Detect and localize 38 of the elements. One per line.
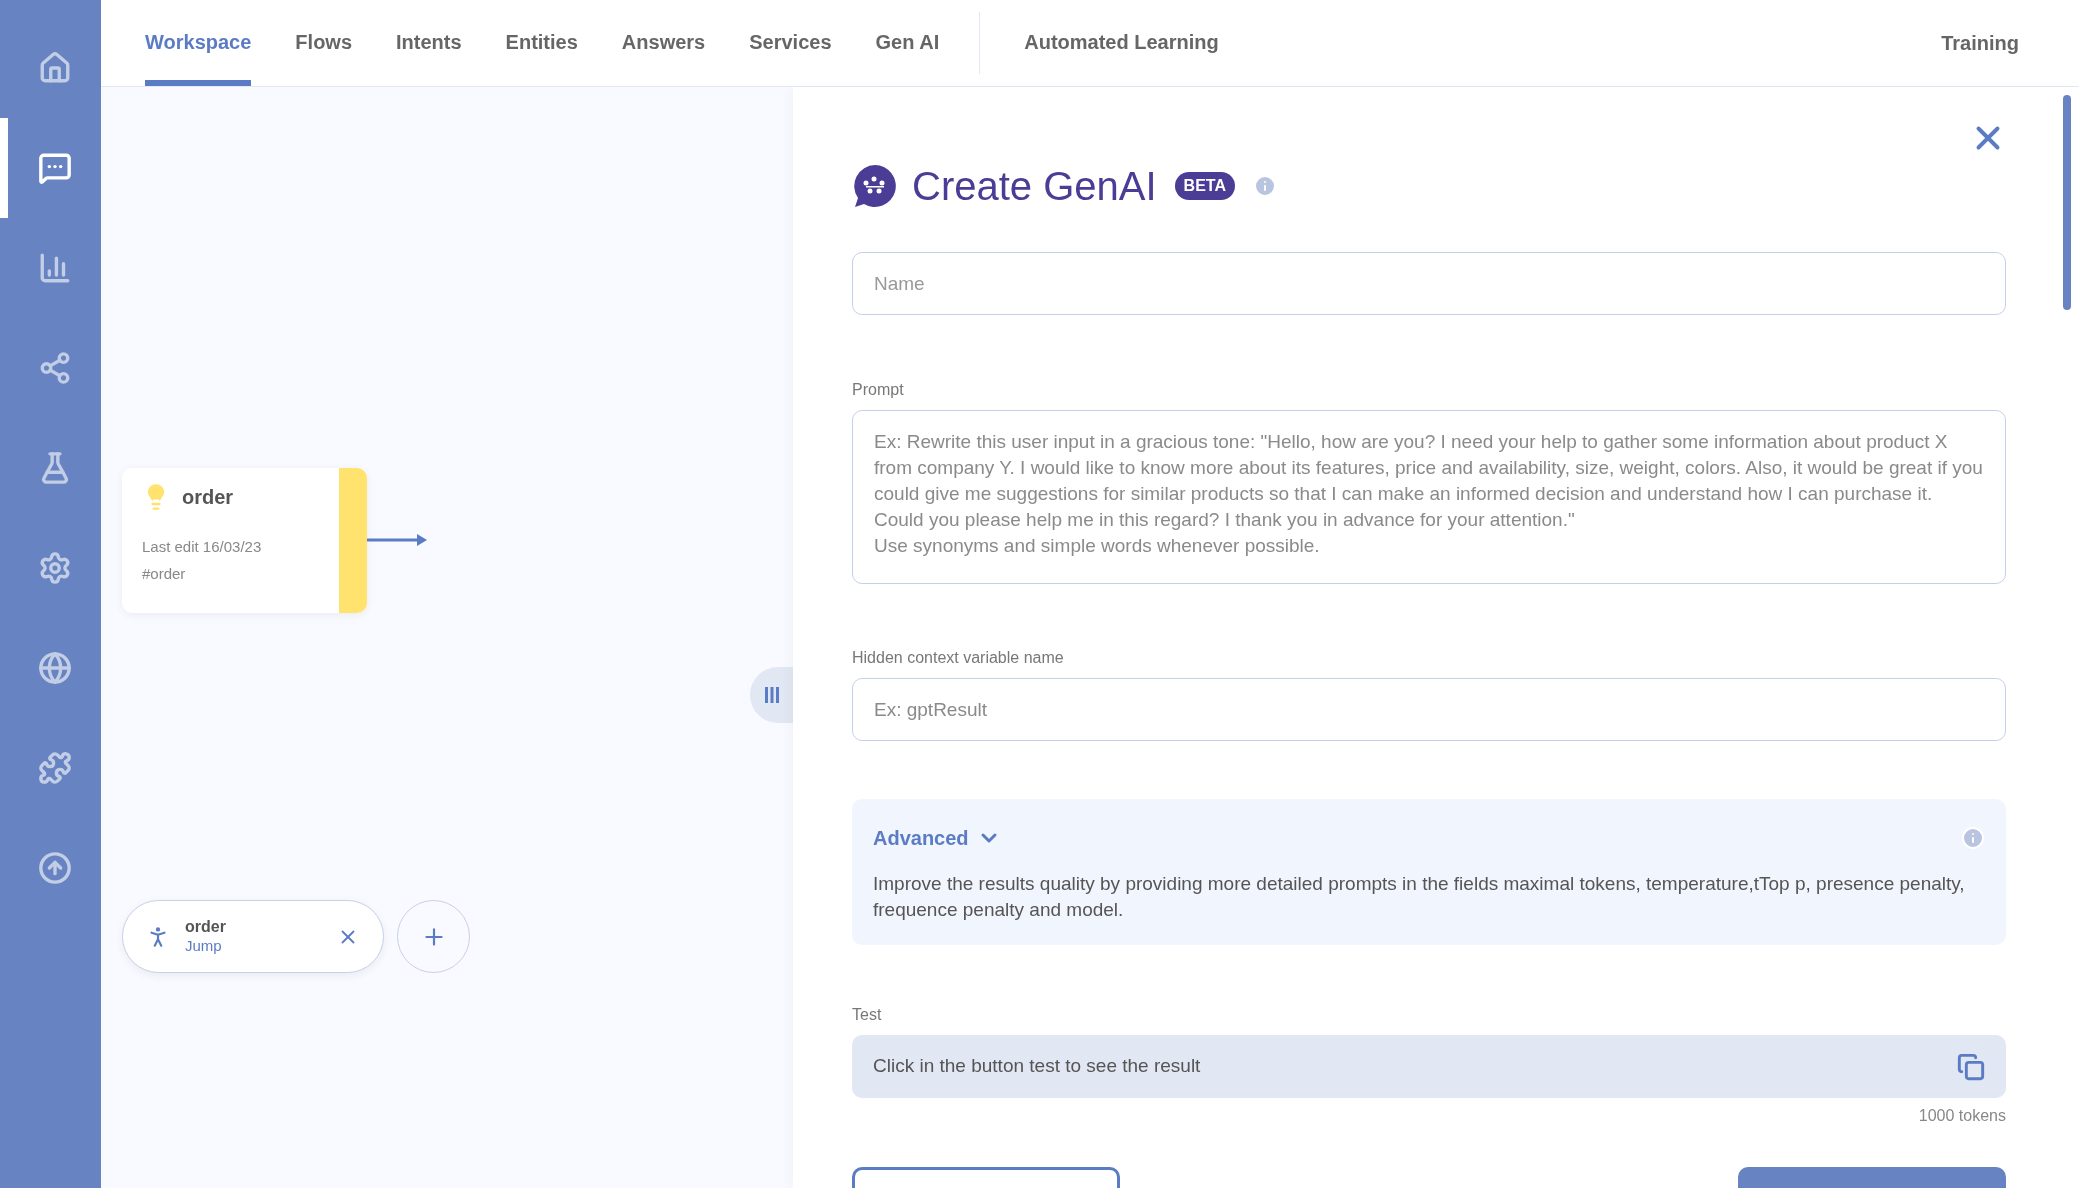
nav-tab[interactable]: Flows: [295, 0, 353, 86]
jump-chip[interactable]: order Jump: [122, 900, 384, 973]
chip-title: order: [185, 917, 227, 938]
chip-subtitle: Jump: [185, 937, 223, 956]
chat-icon: [37, 151, 72, 185]
nav-tab[interactable]: Intents: [396, 0, 462, 86]
beta-badge: BETA: [1174, 172, 1235, 200]
bars-icon: [764, 687, 779, 703]
globe-icon: [37, 651, 72, 685]
settings-icon: [37, 551, 72, 585]
hidden-variable-field[interactable]: Ex: gptResult: [852, 678, 2006, 741]
test-label: Test: [852, 1005, 883, 1025]
nav-tab[interactable]: Services: [749, 0, 832, 86]
test-result-text: Click in the button test to see the result: [873, 1054, 1202, 1079]
prompt-label: Prompt: [852, 380, 905, 400]
nav-tab[interactable]: Gen AI: [875, 0, 940, 86]
nav-tab[interactable]: Answers: [621, 0, 706, 86]
info-icon[interactable]: [1961, 826, 1985, 850]
advanced-toggle[interactable]: Advanced: [873, 823, 1001, 853]
training-link[interactable]: Training: [1941, 28, 2019, 58]
node-card[interactable]: order Last edit 16/03/23 #order: [122, 468, 367, 613]
token-count: 1000 tokens: [1918, 1106, 2006, 1126]
node-meta: Last edit 16/03/23: [142, 537, 263, 557]
nav-tab[interactable]: Entities: [505, 0, 578, 86]
connector-arrow: [367, 534, 427, 546]
hidden-variable-label: Hidden context variable name: [852, 648, 1065, 668]
chat-bubble-icon: [852, 163, 898, 209]
nav-tab[interactable]: Automated Learning: [1024, 0, 1219, 86]
puzzle-icon: [37, 751, 72, 785]
node-title: order: [182, 485, 234, 510]
panel-title: Create GenAI: [912, 166, 1157, 206]
upload-icon: [37, 851, 72, 885]
advanced-description: Improve the results quality by providing more detailed prompts in the fields maximal tokens, temperature,tTop p, presence penalty, frequence penalty and model.: [873, 872, 1966, 922]
copy-icon[interactable]: [1957, 1052, 1985, 1081]
name-field[interactable]: Name: [852, 252, 2006, 315]
node-meta: #order: [142, 563, 187, 584]
prompt-field[interactable]: Ex: Rewrite this user input in a gracious tone: "Hello, how are you? I need your help to gather some information about product X from company Y. I would like to know more about its features, price and availability, size, weight, colors. Also, it would be great if you could give me suggestions for similar products so that I can make an informed decision and understand how I can purchase it. Could you please help me in this regard? I thank you in advance for your attention." Use synonyms and simple words whenever possible.: [852, 410, 2006, 584]
panel-collapse-handle[interactable]: [750, 667, 793, 723]
